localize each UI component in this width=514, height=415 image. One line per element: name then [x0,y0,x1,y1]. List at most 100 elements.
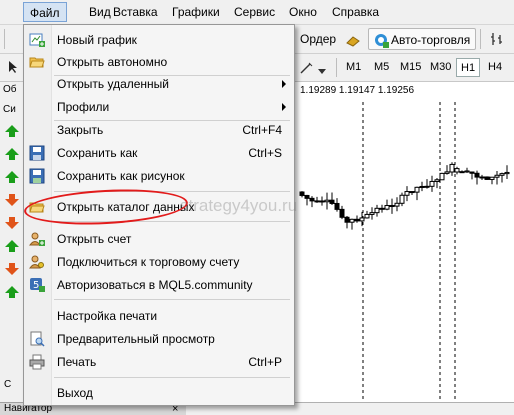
arrow-down-icon [4,193,20,207]
menu-item-label: Открыть удаленный [57,77,169,91]
candle-body [324,199,330,203]
menu-item-open-remote[interactable]: Открыть удаленный [24,73,294,95]
menu-item-close[interactable]: Закрыть Ctrl+F4 [24,119,294,141]
printer-icon [29,354,45,370]
timeframe-m5[interactable]: M5 [370,58,393,77]
menu-item-login-mql5[interactable]: 5 Авторизоваться в MQL5.community [24,274,294,296]
menu-item-login-trade-account[interactable]: Подключиться к торговому счету [24,251,294,273]
menu-item-label: Закрыть [57,123,104,137]
candle-body [494,174,500,178]
candle-body [374,207,380,214]
candle-body [419,185,425,188]
cursor-icon[interactable] [8,60,18,77]
autotrading-button[interactable]: Авто-торговля [368,28,476,50]
menu-item-label: Авторизоваться в MQL5.community [57,278,253,292]
menu-item-profiles[interactable]: Профили [24,96,294,118]
menu-item-print[interactable]: Печать Ctrl+P [24,351,294,373]
arrow-up-icon [4,170,20,184]
candle-body [439,172,445,181]
candle-body [504,171,510,175]
timeframe-h4[interactable]: H4 [484,58,506,77]
menu-item-label: Подключиться к торговому счету [57,255,240,269]
menu-tools[interactable]: Сервис [234,4,275,20]
candle-body [409,191,415,194]
menu-item-save-as[interactable]: Сохранить как Ctrl+S [24,142,294,164]
timeframe-m1[interactable]: M1 [342,58,365,77]
menu-item-label: Сохранить как рисунок [57,169,185,183]
candle-body [339,208,345,218]
chevron-down-icon[interactable] [318,65,326,77]
menu-insert[interactable]: Вставка [113,4,158,20]
price-chart[interactable]: 1.19289 1.19147 1.19256 [296,82,514,404]
submenu-arrow-icon [282,103,286,111]
menu-item-label: Предварительный просмотр [57,332,215,346]
candle-body [309,197,315,202]
candle-body [314,200,320,203]
candlestick-chart [299,102,510,404]
candle-body [304,194,310,199]
user-key-icon [29,254,45,270]
menu-window[interactable]: Окно [289,4,317,20]
menu-view[interactable]: Вид [89,4,111,20]
candle-body [444,171,450,174]
menu-help[interactable]: Справка [332,4,379,20]
menu-separator [54,299,290,300]
candle-body [394,202,400,207]
timeframe-h1[interactable]: H1 [456,58,481,77]
candle-body [489,176,495,180]
menu-item-shortcut: Ctrl+P [248,355,282,369]
menu-separator [54,377,290,378]
menu-item-label: Новый график [57,33,137,47]
menu-item-print-setup[interactable]: Настройка печати [24,305,294,327]
save-picture-icon [29,168,45,184]
autotrading-icon [373,32,389,55]
candle-body [459,171,465,174]
candle-body [344,216,350,223]
menu-item-print-preview[interactable]: Предварительный просмотр [24,328,294,350]
toolbar-separator-2 [336,58,337,77]
menu-item-open-account[interactable]: Открыть счет [24,228,294,250]
candle-body [424,185,430,188]
menu-item-label: Открыть счет [57,232,132,246]
candle-body [364,213,370,219]
svg-text:5: 5 [33,280,39,291]
candle-body [464,170,470,173]
candle-body [449,163,455,173]
menu-item-save-as-picture[interactable]: Сохранить как рисунок [24,165,294,187]
menu-item-new-chart[interactable]: Новый график [24,29,294,51]
menu-item-label: Печать [57,355,97,369]
menu-charts[interactable]: Графики [172,4,220,20]
candle-body [479,176,485,179]
candle-body [389,205,395,208]
toolbar-grip [4,29,5,49]
draw-tools-icon[interactable] [300,62,314,77]
arrow-down-icon [4,262,20,276]
candle-body [484,176,490,180]
menu-item-shortcut: Ctrl+F4 [242,123,282,137]
menu-item-open-offline[interactable]: Открыть автономно [24,51,294,73]
candle-body [404,191,410,196]
bar-chart-icon[interactable] [490,31,506,50]
arrow-up-icon [4,147,20,161]
new-order-label: Ордер [300,32,337,46]
new-order-button[interactable]: Ордер [296,28,342,50]
candle-body [384,205,390,210]
save-icon [29,145,45,161]
candle-body [369,212,375,215]
market-watch-tab[interactable]: Об [3,84,17,95]
timeframe-m15[interactable]: M15 [396,58,425,77]
gold-bars-icon[interactable] [345,33,361,50]
menu-item-label: Сохранить как [57,146,138,160]
menu-file[interactable]: Файл [23,2,67,22]
menu-item-label: Профили [57,100,110,114]
menu-item-exit[interactable]: Выход [24,382,294,404]
arrow-up-icon [4,124,20,138]
timeframe-m30[interactable]: M30 [426,58,455,77]
candle-body [349,218,355,223]
candle-body [329,199,335,204]
candle-body [454,168,460,173]
new-chart-icon [29,32,45,48]
panel-bottom-tab[interactable]: С [4,379,11,390]
candle-body [319,200,325,203]
submenu-arrow-icon [282,80,286,88]
